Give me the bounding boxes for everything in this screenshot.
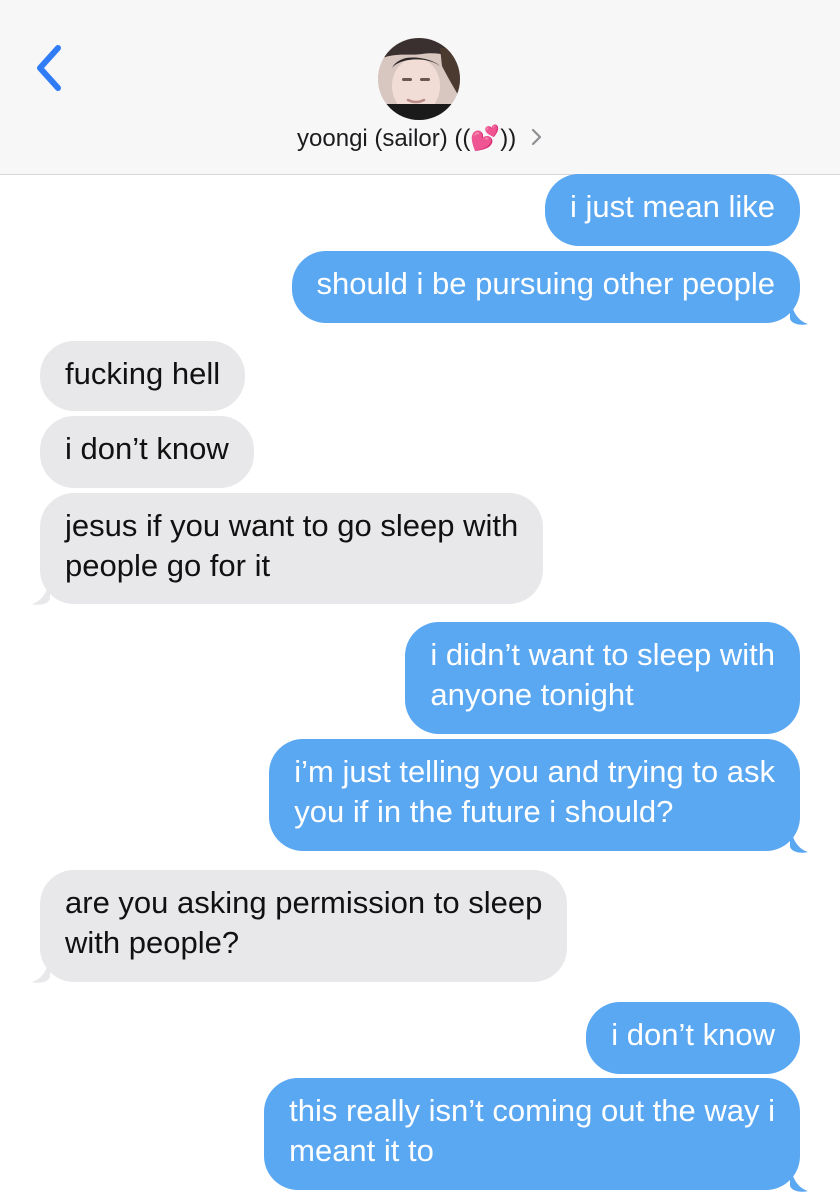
message-bubble-outgoing[interactable]: should i be pursuing other people <box>291 251 800 323</box>
bubble-tail-incoming <box>32 954 50 983</box>
conversation-header: yoongi (sailor) ((💕)) <box>0 0 840 175</box>
message-bubble-incoming[interactable]: jesus if you want to go sleep with peopl… <box>40 493 544 604</box>
avatar[interactable] <box>378 38 460 120</box>
message-bubble-outgoing[interactable]: i didn’t want to sleep with anyone tonig… <box>405 622 800 734</box>
message-bubble-outgoing[interactable]: i just mean like <box>544 174 800 246</box>
message-bubble-incoming[interactable]: i don’t know <box>40 416 254 488</box>
message-bubble-outgoing[interactable]: this really isn’t coming out the way i m… <box>264 1078 800 1190</box>
avatar-photo <box>378 38 460 120</box>
chevron-left-icon <box>37 45 61 91</box>
bubble-tail-outgoing <box>790 824 808 853</box>
message-bubble-outgoing[interactable]: i don’t know <box>586 1002 800 1074</box>
back-button[interactable] <box>30 42 70 94</box>
bubble-tail-outgoing <box>790 1163 808 1192</box>
contact-name-button[interactable]: yoongi (sailor) ((💕)) <box>0 124 840 160</box>
message-bubble-incoming[interactable]: fucking hell <box>40 341 246 411</box>
message-bubble-outgoing[interactable]: i’m just telling you and trying to ask y… <box>269 739 800 851</box>
contact-name: yoongi (sailor) ((💕)) <box>297 125 517 153</box>
bubble-tail-incoming <box>32 576 50 605</box>
message-bubble-incoming[interactable]: are you asking permission to sleep with … <box>40 870 568 982</box>
chevron-right-icon <box>531 125 543 153</box>
bubble-tail-outgoing <box>790 296 808 325</box>
